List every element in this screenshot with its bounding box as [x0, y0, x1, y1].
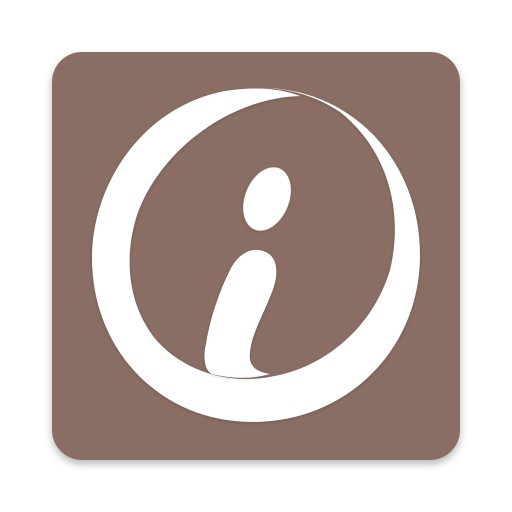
icon-canvas: [0, 0, 512, 512]
app-icon[interactable]: [0, 0, 512, 512]
